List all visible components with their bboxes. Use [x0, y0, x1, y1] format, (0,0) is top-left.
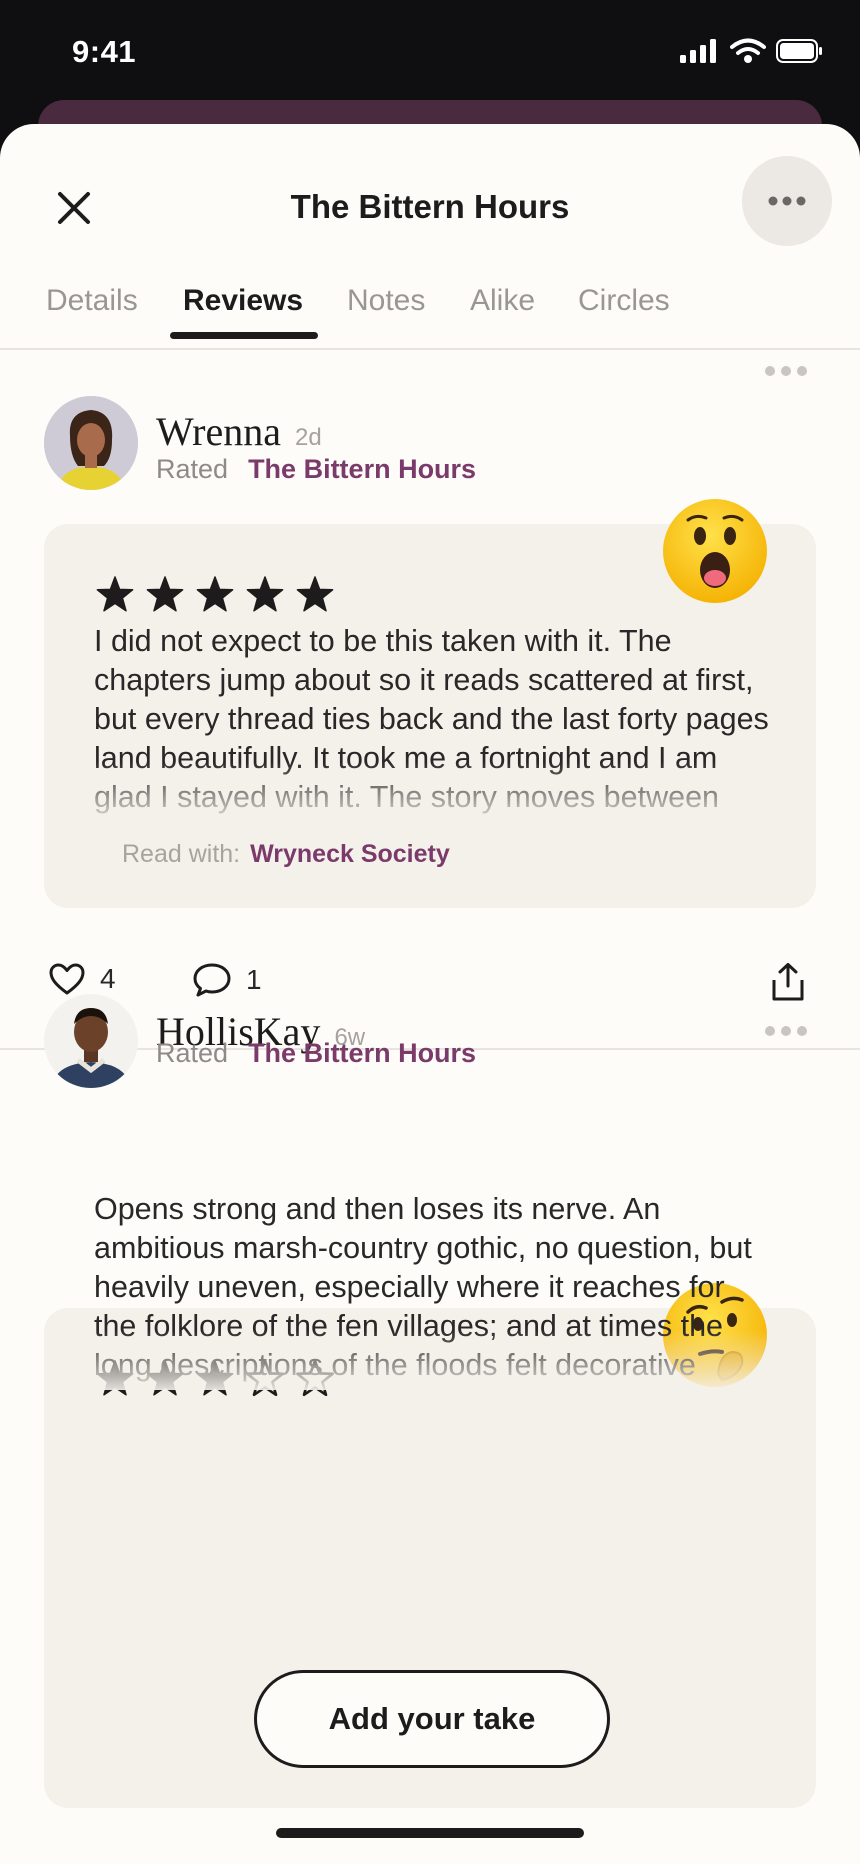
- cellular-signal-icon: [680, 39, 716, 63]
- rated-label: Rated: [156, 1038, 229, 1068]
- rated-line: Rated The Bittern Hours: [156, 454, 476, 485]
- comment-icon: [193, 963, 231, 997]
- rated-label: Rated: [156, 454, 229, 484]
- status-icons: [680, 38, 824, 64]
- home-indicator: [276, 1828, 584, 1838]
- more-options-button[interactable]: [742, 156, 832, 246]
- more-icon: [765, 1026, 807, 1036]
- review-more-button[interactable]: [764, 364, 808, 382]
- review-card[interactable]: I did not expect to be this taken with i…: [44, 499, 816, 908]
- avatar-image: [44, 396, 138, 490]
- tab-notes[interactable]: Notes: [347, 284, 425, 318]
- tab-bar: Details Reviews Notes Alike Circles: [0, 284, 860, 350]
- page-title: The Bittern Hours: [290, 188, 570, 225]
- battery-icon: [776, 39, 822, 63]
- star-filled-icon: [196, 576, 234, 612]
- rated-line: Rated The Bittern Hours: [156, 1038, 476, 1069]
- share-icon: [772, 963, 804, 1001]
- star-filled-icon: [246, 576, 284, 612]
- star-rating: [94, 574, 336, 616]
- tab-alike[interactable]: Alike: [470, 284, 535, 318]
- like-count: 4: [100, 963, 116, 994]
- add-your-take-button[interactable]: Add your take: [254, 1670, 610, 1768]
- comment-button[interactable]: 1: [192, 962, 262, 998]
- book-sheet: The Bittern Hours Details Reviews Notes …: [0, 124, 860, 1864]
- avatar[interactable]: [44, 396, 138, 490]
- status-bar: 9:41: [0, 0, 860, 104]
- avatar[interactable]: [44, 994, 138, 1088]
- active-tab-indicator: [170, 332, 318, 339]
- wifi-icon: [730, 38, 766, 63]
- circle-link[interactable]: Wryneck Society: [250, 840, 450, 868]
- text-fade: [84, 762, 784, 822]
- read-with-label: Read with:: [122, 840, 241, 868]
- heart-icon: [49, 963, 85, 995]
- star-filled-icon: [146, 576, 184, 612]
- star-filled-icon: [96, 576, 134, 612]
- read-with-line: Read with: Wryneck Society: [122, 840, 450, 869]
- reviewer-name-line: Wrenna 2d: [156, 408, 322, 455]
- review-more-button[interactable]: [764, 1024, 808, 1042]
- comment-count: 1: [246, 964, 262, 995]
- tab-details[interactable]: Details: [46, 284, 138, 318]
- book-link[interactable]: The Bittern Hours: [248, 454, 476, 484]
- reviewer-name[interactable]: Wrenna: [156, 409, 281, 454]
- more-icon: [765, 366, 807, 376]
- share-button[interactable]: [770, 962, 806, 1002]
- sheet-header: The Bittern Hours: [0, 124, 860, 254]
- star-filled-icon: [296, 576, 334, 612]
- more-icon: [768, 196, 806, 206]
- review-age: 2d: [294, 424, 322, 451]
- text-fade: [84, 1330, 784, 1390]
- tab-reviews[interactable]: Reviews: [183, 284, 303, 318]
- astonished-emoji-icon: [662, 498, 768, 604]
- avatar-image: [44, 994, 138, 1088]
- book-link[interactable]: The Bittern Hours: [248, 1038, 476, 1068]
- status-time: 9:41: [72, 34, 137, 69]
- like-button[interactable]: 4: [48, 962, 116, 996]
- tab-circles[interactable]: Circles: [578, 284, 670, 318]
